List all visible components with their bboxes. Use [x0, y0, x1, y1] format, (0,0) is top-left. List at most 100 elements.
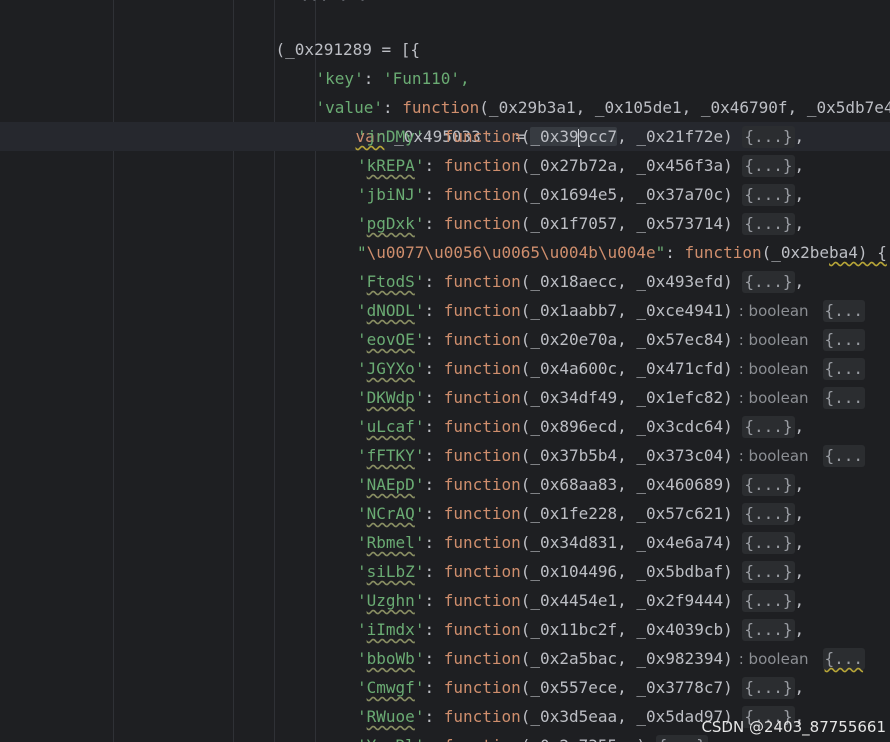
- indent-guide: [233, 0, 234, 742]
- folded-body[interactable]: {...: [822, 445, 866, 467]
- function-keyword: function: [443, 678, 521, 697]
- function-keyword: function: [443, 127, 521, 146]
- param-b: _0x493efd: [636, 272, 724, 291]
- code-line-entry[interactable]: 'fFTKY': function(_0x37b5b4, _0x373c04):…: [357, 441, 866, 470]
- function-keyword: function: [443, 707, 521, 726]
- quote: ': [415, 736, 425, 742]
- folded-body[interactable]: {...: [822, 387, 866, 409]
- param-b: _0x1efc82: [636, 388, 724, 407]
- function-keyword: function: [443, 330, 521, 349]
- return-type-hint: : boolean: [738, 360, 809, 378]
- quote: ': [357, 359, 367, 378]
- code-line-entry[interactable]: 'jnDMy': function(_0x399cc7, _0x21f72e) …: [357, 122, 804, 151]
- code-line-entry[interactable]: 'jbiNJ': function(_0x1694e5, _0x37a70c) …: [357, 180, 804, 209]
- code-line-entry[interactable]: 'Uzghn': function(_0x4454e1, _0x2f9444) …: [357, 586, 804, 615]
- folded-body[interactable]: {...: [822, 300, 866, 322]
- code-line-entry[interactable]: 'pgDxk': function(_0x1f7057, _0x573714) …: [357, 209, 804, 238]
- quote: ': [357, 330, 367, 349]
- folded-body[interactable]: {...: [822, 648, 866, 670]
- param-b: _0x4e6a74: [636, 533, 724, 552]
- code-editor[interactable]: ... . . (_0x291289 = [{ 'key': 'Fun110',…: [0, 0, 890, 742]
- code-line-entry[interactable]: 'kREPA': function(_0x27b72a, _0x456f3a) …: [357, 151, 804, 180]
- folded-body[interactable]: {...}: [742, 184, 795, 206]
- folded-body[interactable]: {...: [822, 329, 866, 351]
- code-line-entry[interactable]: 'JGYXo': function(_0x4a600c, _0x471cfd):…: [357, 354, 866, 383]
- folded-body[interactable]: {...}: [655, 735, 708, 742]
- folded-body[interactable]: {...}: [742, 677, 795, 699]
- folded-body[interactable]: {...}: [742, 126, 795, 148]
- quote: ': [414, 446, 425, 465]
- code-line-entry[interactable]: 'uLcaf': function(_0x896ecd, _0x3cdc64) …: [357, 412, 804, 441]
- param-a: 9cc7: [578, 127, 618, 146]
- param-a: _0x2a7355: [530, 736, 617, 742]
- folded-body[interactable]: {...: [822, 358, 866, 380]
- code-line-entry[interactable]: 'DKWdp': function(_0x34df49, _0x1efc82):…: [357, 383, 866, 412]
- folded-body[interactable]: {...}: [742, 416, 795, 438]
- quote: ': [357, 388, 367, 407]
- quote: ': [414, 475, 425, 494]
- code-line-value[interactable]: 'value': function(_0x29b3a1, _0x105de1, …: [277, 64, 890, 117]
- folded-body[interactable]: {...}: [742, 619, 795, 641]
- param-a: _0x1694e5: [530, 185, 618, 204]
- folded-body[interactable]: {...}: [742, 532, 795, 554]
- code-line-entry[interactable]: 'Rbmel': function(_0x34d831, _0x4e6a74) …: [357, 528, 804, 557]
- code-line-entry[interactable]: 'siLbZ': function(_0x104496, _0x5bdbaf) …: [357, 557, 804, 586]
- code-line-entry[interactable]: 'FtodS': function(_0x18aecc, _0x493efd) …: [357, 267, 804, 296]
- quote: ': [414, 678, 425, 697]
- folded-body[interactable]: {...}: [742, 474, 795, 496]
- escaped-key-quote: ": [357, 243, 367, 262]
- escaped-key-quote: ": [655, 243, 666, 262]
- code-line-entry[interactable]: 'YgpRl': function(_0x2a7355, ) {...}: [357, 731, 708, 742]
- param-text: (_0x2be: [761, 243, 830, 262]
- folded-body[interactable]: {...}: [742, 155, 795, 177]
- folded-body[interactable]: {...}: [742, 271, 795, 293]
- folded-body[interactable]: {...}: [742, 590, 795, 612]
- quote: ': [357, 649, 367, 668]
- entry-key: Cmwgf: [366, 678, 415, 697]
- code-line-entry[interactable]: 'iImdx': function(_0x11bc2f, _0x4039cb) …: [357, 615, 804, 644]
- folded-body[interactable]: {...}: [742, 503, 795, 525]
- code-line-entry[interactable]: 'eovOE': function(_0x20e70a, _0x57ec84):…: [357, 325, 866, 354]
- param-b: _0x3778c7: [636, 678, 724, 697]
- entry-key: NCrAQ: [366, 504, 415, 523]
- code-line-entry[interactable]: 'Cmwgf': function(_0x557ece, _0x3778c7) …: [357, 673, 804, 702]
- unicode-escape: \u004b: [540, 243, 598, 262]
- param-b: _0x57ec84: [636, 330, 724, 349]
- param-text: ba4) {: [829, 243, 887, 262]
- code-line-entry[interactable]: 'NCrAQ': function(_0x1fe228, _0x57c621) …: [357, 499, 804, 528]
- param-b: _0x37a70c: [636, 185, 724, 204]
- code-line-escaped-key[interactable]: "\u0077\u0056\u0065\u004b\u004e": functi…: [357, 238, 887, 267]
- folded-body[interactable]: {...}: [742, 561, 795, 583]
- quote: ': [357, 156, 367, 175]
- code-line-entry[interactable]: 'NAEpD': function(_0x68aa83, _0x460689) …: [357, 470, 804, 499]
- param-a: _0x68aa83: [530, 475, 618, 494]
- param-a: _0x1f7057: [530, 214, 618, 233]
- quote: ': [414, 185, 425, 204]
- param-a: _0x39: [530, 127, 579, 146]
- code-line-key[interactable]: 'key': 'Fun110',: [277, 35, 470, 88]
- code-line-var[interactable]: var _0x495033: = {: [317, 93, 545, 146]
- return-type-hint: : boolean: [738, 389, 809, 407]
- quote: ': [357, 214, 367, 233]
- code-line-header[interactable]: (_0x291289 = [{: [237, 6, 421, 59]
- code-line-entry[interactable]: 'dNODL': function(_0x1aabb7, _0xce4941):…: [357, 296, 866, 325]
- indent-guide: [274, 0, 275, 742]
- entry-key: JGYXo: [366, 359, 415, 378]
- param-b: _0xce4941: [636, 301, 724, 320]
- quote: ': [414, 301, 425, 320]
- param-a: _0x1aabb7: [530, 301, 618, 320]
- code-line-entry[interactable]: 'bboWb': function(_0x2a5bac, _0x982394):…: [357, 644, 866, 673]
- quote: ': [357, 562, 367, 581]
- param-b: _0x460689: [636, 475, 724, 494]
- param-a: _0x34df49: [530, 388, 618, 407]
- function-keyword: function: [443, 301, 521, 320]
- entry-key: jbiNJ: [366, 185, 415, 204]
- entry-key: FtodS: [366, 272, 415, 291]
- entry-key: dNODL: [366, 301, 415, 320]
- param-b: _0x2f9444: [636, 591, 724, 610]
- param-a: _0x18aecc: [530, 272, 618, 291]
- folded-body[interactable]: {...}: [742, 213, 795, 235]
- quote: ': [357, 446, 367, 465]
- return-type-hint: : boolean: [738, 331, 809, 349]
- param-b: _0x5bdbaf: [636, 562, 724, 581]
